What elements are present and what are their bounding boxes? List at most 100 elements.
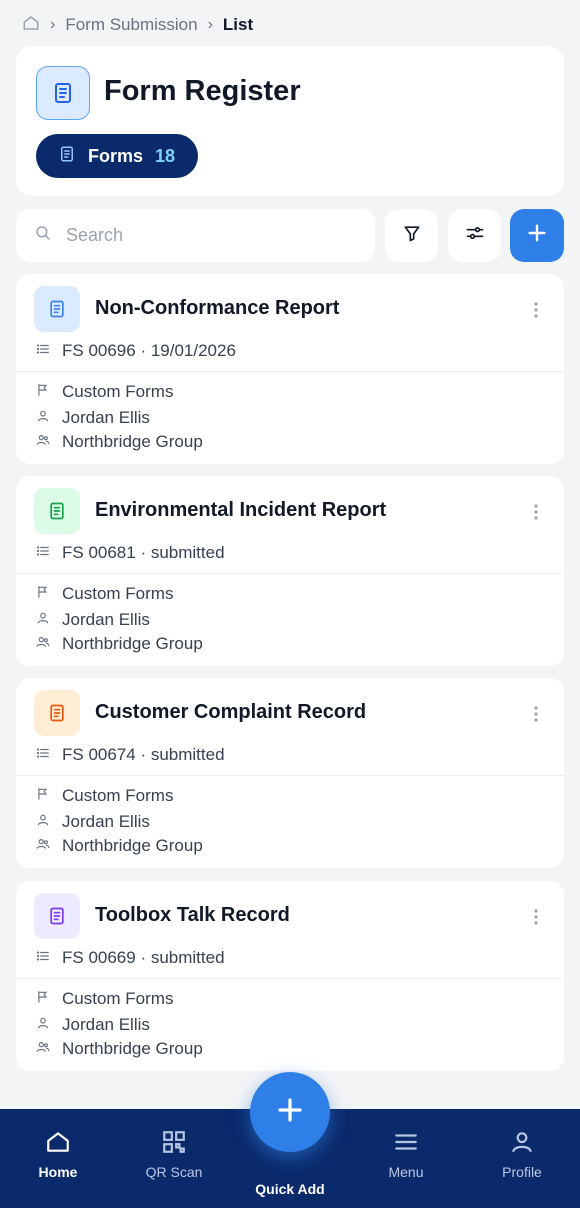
form-card[interactable]: Non-Conformance Report FS 00696 · 19/01/2… bbox=[16, 274, 564, 464]
filter-icon bbox=[402, 223, 422, 248]
flag-icon bbox=[36, 786, 50, 806]
document-icon bbox=[36, 66, 90, 120]
card-group: Northbridge Group bbox=[36, 835, 203, 857]
user-icon bbox=[36, 1015, 50, 1035]
card-person: Jordan Ellis bbox=[36, 1014, 150, 1036]
quick-add-button[interactable] bbox=[250, 1072, 330, 1152]
users-icon bbox=[36, 1039, 50, 1059]
card-meta: FS 00669 · submitted bbox=[36, 947, 225, 969]
card-group-text: Northbridge Group bbox=[62, 432, 203, 451]
more-options-icon[interactable] bbox=[526, 905, 546, 929]
card-group: Northbridge Group bbox=[36, 1038, 203, 1060]
flag-icon bbox=[36, 584, 50, 604]
card-meta-text: FS 00696 · 19/01/2026 bbox=[62, 341, 236, 360]
card-meta-text: FS 00674 · submitted bbox=[62, 745, 225, 764]
card-title: Customer Complaint Record bbox=[95, 701, 367, 723]
card-group-text: Northbridge Group bbox=[62, 836, 203, 855]
card-person: Jordan Ellis bbox=[36, 407, 150, 429]
card-category: Custom Forms bbox=[36, 583, 173, 605]
card-person-text: Jordan Ellis bbox=[62, 1015, 150, 1034]
forms-count-badge[interactable]: Forms 18 bbox=[36, 134, 198, 178]
breadcrumb: › Form Submission › List bbox=[22, 14, 253, 36]
user-icon bbox=[36, 610, 50, 630]
card-category-text: Custom Forms bbox=[62, 382, 174, 401]
more-options-icon[interactable] bbox=[526, 298, 546, 322]
home-icon[interactable] bbox=[22, 14, 40, 37]
more-options-icon[interactable] bbox=[526, 500, 546, 524]
sort-settings-button[interactable] bbox=[448, 209, 501, 262]
card-title: Environmental Incident Report bbox=[95, 499, 387, 521]
nav-qr-scan[interactable]: QR Scan bbox=[129, 1109, 219, 1208]
card-meta-text: FS 00669 · submitted bbox=[62, 948, 225, 967]
home-icon bbox=[45, 1129, 71, 1158]
divider bbox=[16, 978, 564, 979]
chevron-right-icon: › bbox=[207, 16, 213, 33]
flag-icon bbox=[36, 382, 50, 402]
quick-add-label: Quick Add bbox=[255, 1181, 325, 1197]
list-icon bbox=[36, 543, 50, 563]
forms-label: Forms bbox=[88, 145, 144, 166]
users-icon bbox=[36, 432, 50, 452]
card-category-text: Custom Forms bbox=[62, 786, 174, 805]
card-category-text: Custom Forms bbox=[62, 584, 174, 603]
search-input[interactable] bbox=[66, 225, 346, 246]
page-title: Form Register bbox=[104, 75, 301, 107]
card-group: Northbridge Group bbox=[36, 431, 203, 453]
document-icon bbox=[34, 488, 80, 534]
flag-icon bbox=[36, 989, 50, 1009]
more-options-icon[interactable] bbox=[526, 702, 546, 726]
nav-home[interactable]: Home bbox=[13, 1109, 103, 1208]
form-card[interactable]: Customer Complaint Record FS 00674 · subm… bbox=[16, 678, 564, 868]
document-icon bbox=[34, 286, 80, 332]
list-icon bbox=[36, 745, 50, 765]
filter-button[interactable] bbox=[385, 209, 438, 262]
card-person-text: Jordan Ellis bbox=[62, 610, 150, 629]
nav-qr-label: QR Scan bbox=[145, 1164, 203, 1180]
breadcrumb-parent[interactable]: Form Submission bbox=[65, 15, 197, 35]
card-group-text: Northbridge Group bbox=[62, 1039, 203, 1058]
card-person: Jordan Ellis bbox=[36, 609, 150, 631]
list-icon bbox=[36, 948, 50, 968]
card-meta: FS 00674 · submitted bbox=[36, 744, 225, 766]
card-meta: FS 00696 · 19/01/2026 bbox=[36, 340, 236, 362]
form-card[interactable]: Environmental Incident Report FS 00681 · … bbox=[16, 476, 564, 666]
add-form-button[interactable] bbox=[510, 209, 564, 262]
sliders-icon bbox=[465, 223, 485, 248]
forms-count: 18 bbox=[155, 145, 176, 166]
nav-menu-label: Menu bbox=[388, 1164, 424, 1180]
form-card[interactable]: Toolbox Talk Record FS 00669 · submitted C… bbox=[16, 881, 564, 1071]
card-group: Northbridge Group bbox=[36, 633, 203, 655]
nav-home-label: Home bbox=[38, 1164, 78, 1180]
card-person-text: Jordan Ellis bbox=[62, 408, 150, 427]
plus-icon bbox=[275, 1095, 305, 1130]
nav-profile[interactable]: Profile bbox=[477, 1109, 567, 1208]
card-category: Custom Forms bbox=[36, 785, 173, 807]
card-meta-text: FS 00681 · submitted bbox=[62, 543, 225, 562]
user-icon bbox=[36, 408, 50, 428]
nav-profile-label: Profile bbox=[502, 1164, 542, 1180]
header-card: Form Register Forms 18 bbox=[16, 46, 564, 196]
divider bbox=[16, 775, 564, 776]
breadcrumb-current: List bbox=[222, 15, 254, 34]
card-title: Toolbox Talk Record bbox=[95, 904, 290, 926]
qr-code-icon bbox=[161, 1129, 187, 1158]
card-group-text: Northbridge Group bbox=[62, 634, 203, 653]
plus-icon bbox=[526, 222, 548, 249]
card-category: Custom Forms bbox=[36, 988, 173, 1010]
document-icon bbox=[34, 893, 80, 939]
document-icon bbox=[58, 145, 76, 168]
nav-menu[interactable]: Menu bbox=[361, 1109, 451, 1208]
card-person-text: Jordan Ellis bbox=[62, 812, 150, 831]
chevron-right-icon: › bbox=[50, 16, 56, 33]
card-category: Custom Forms bbox=[36, 381, 173, 403]
card-meta: FS 00681 · submitted bbox=[36, 542, 225, 564]
search-bar bbox=[16, 209, 375, 262]
users-icon bbox=[36, 836, 50, 856]
card-title: Non-Conformance Report bbox=[95, 297, 340, 319]
search-icon bbox=[34, 224, 52, 247]
users-icon bbox=[36, 634, 50, 654]
user-icon bbox=[509, 1129, 535, 1158]
divider bbox=[16, 371, 564, 372]
user-icon bbox=[36, 812, 50, 832]
divider bbox=[16, 573, 564, 574]
